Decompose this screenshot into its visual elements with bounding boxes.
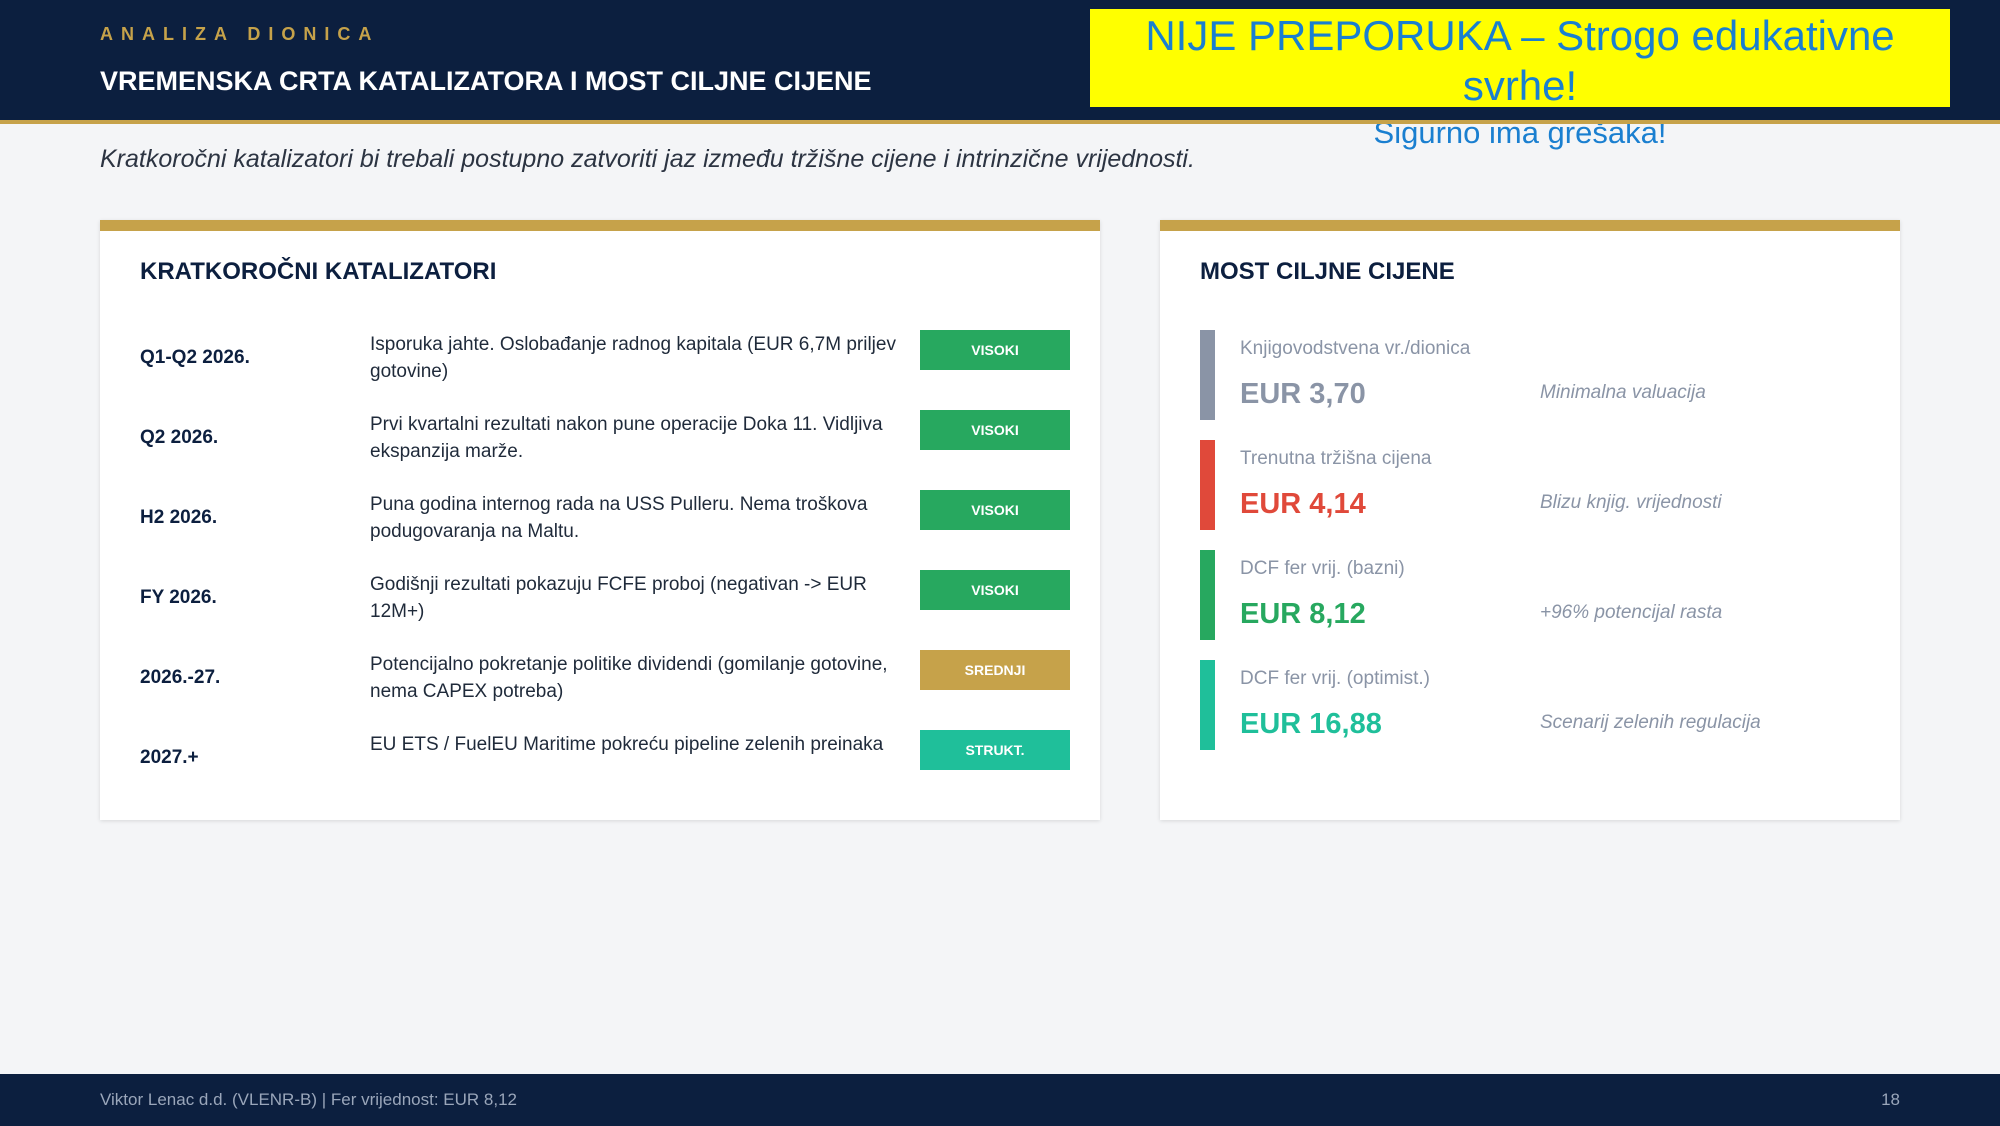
price-level-accent	[1200, 440, 1215, 530]
catalyst-description: Puna godina internog rada na USS Pulleru…	[370, 494, 868, 542]
catalyst-row: Q2 2026. Prvi kvartalni rezultati nakon …	[100, 403, 1100, 483]
price-level-label: Trenutna tržišna cijena	[1240, 448, 1432, 469]
disclaimer-line-1: NIJE PREPORUKA – Strogo edukativne svrhe…	[1145, 12, 1895, 109]
catalyst-description: EU ETS / FuelEU Maritime pokreću pipelin…	[370, 734, 884, 755]
price-level-accent	[1200, 550, 1215, 640]
catalysts-card: KRATKOROČNI KATALIZATORI Q1-Q2 2026. Isp…	[100, 220, 1100, 820]
catalyst-row: 2026.-27. Potencijalno pokretanje politi…	[100, 643, 1100, 723]
price-level-note: +96% potencijal rasta	[1540, 602, 1723, 623]
price-level-value: EUR 8,12	[1240, 598, 1366, 630]
impact-badge: VISOKI	[920, 570, 1070, 610]
price-level-row: Knjigovodstvena vr./dionica EUR 3,70 Min…	[1160, 330, 1900, 420]
price-level-value: EUR 3,70	[1240, 378, 1366, 410]
catalyst-date: Q2 2026.	[140, 427, 219, 448]
catalyst-description: Godišnji rezultati pokazuju FCFE proboj …	[370, 574, 867, 622]
catalyst-date: Q1-Q2 2026.	[140, 347, 250, 368]
page-title: VREMENSKA CRTA KATALIZATORA I MOST CILJN…	[100, 66, 872, 96]
price-level-label: DCF fer vrij. (optimist.)	[1240, 668, 1430, 689]
catalyst-description: Potencijalno pokretanje politike dividen…	[370, 654, 888, 702]
price-level-note: Scenarij zelenih regulacija	[1540, 712, 1761, 733]
price-level-accent	[1200, 660, 1215, 750]
catalyst-row: H2 2026. Puna godina internog rada na US…	[100, 483, 1100, 563]
price-level-label: DCF fer vrij. (bazni)	[1240, 558, 1405, 579]
page-number: 18	[1881, 1090, 1900, 1109]
catalysts-title: KRATKOROČNI KATALIZATORI	[140, 258, 497, 285]
price-level-note: Minimalna valuacija	[1540, 382, 1706, 403]
catalyst-date: H2 2026.	[140, 507, 218, 528]
header-divider	[0, 120, 2000, 124]
catalyst-description: Isporuka jahte. Oslobađanje radnog kapit…	[370, 334, 896, 382]
catalyst-date: FY 2026.	[140, 587, 217, 608]
price-level-row: Trenutna tržišna cijena EUR 4,14 Blizu k…	[1160, 440, 1900, 530]
card-accent-bar	[100, 220, 1100, 231]
target-price-card: MOST CILJNE CIJENE Knjigovodstvena vr./d…	[1160, 220, 1900, 820]
footer-company-info: Viktor Lenac d.d. (VLENR-B) | Fer vrijed…	[100, 1090, 517, 1109]
catalyst-row: Q1-Q2 2026. Isporuka jahte. Oslobađanje …	[100, 323, 1100, 403]
price-level-row: DCF fer vrij. (bazni) EUR 8,12 +96% pote…	[1160, 550, 1900, 640]
price-level-value: EUR 16,88	[1240, 708, 1382, 740]
impact-badge: SREDNJI	[920, 650, 1070, 690]
impact-badge: VISOKI	[920, 490, 1070, 530]
price-level-accent	[1200, 330, 1215, 420]
target-price-title: MOST CILJNE CIJENE	[1200, 258, 1455, 285]
page-subtitle: Kratkoročni katalizatori bi trebali post…	[100, 145, 1195, 173]
section-eyebrow: ANALIZA DIONICA	[100, 24, 380, 44]
price-level-value: EUR 4,14	[1240, 488, 1366, 520]
catalyst-date: 2027.+	[140, 747, 199, 768]
footer-bar: Viktor Lenac d.d. (VLENR-B) | Fer vrijed…	[0, 1074, 2000, 1126]
price-level-label: Knjigovodstvena vr./dionica	[1240, 338, 1471, 359]
price-level-note: Blizu knjig. vrijednosti	[1540, 492, 1722, 513]
impact-badge: VISOKI	[920, 410, 1070, 450]
catalyst-description: Prvi kvartalni rezultati nakon pune oper…	[370, 414, 883, 462]
price-level-row: DCF fer vrij. (optimist.) EUR 16,88 Scen…	[1160, 660, 1900, 750]
header-bar: ANALIZA DIONICA VREMENSKA CRTA KATALIZAT…	[0, 0, 2000, 150]
card-accent-bar	[1160, 220, 1900, 231]
catalyst-date: 2026.-27.	[140, 667, 221, 688]
catalyst-row: 2027.+ EU ETS / FuelEU Maritime pokreću …	[100, 723, 1100, 803]
impact-badge: STRUKT.	[920, 730, 1070, 770]
disclaimer-box: NIJE PREPORUKA – Strogo edukativne svrhe…	[1090, 9, 1950, 150]
catalyst-row: FY 2026. Godišnji rezultati pokazuju FCF…	[100, 563, 1100, 643]
disclaimer-line-2: Sigurno ima grešaka!	[1373, 115, 1667, 150]
impact-badge: VISOKI	[920, 330, 1070, 370]
